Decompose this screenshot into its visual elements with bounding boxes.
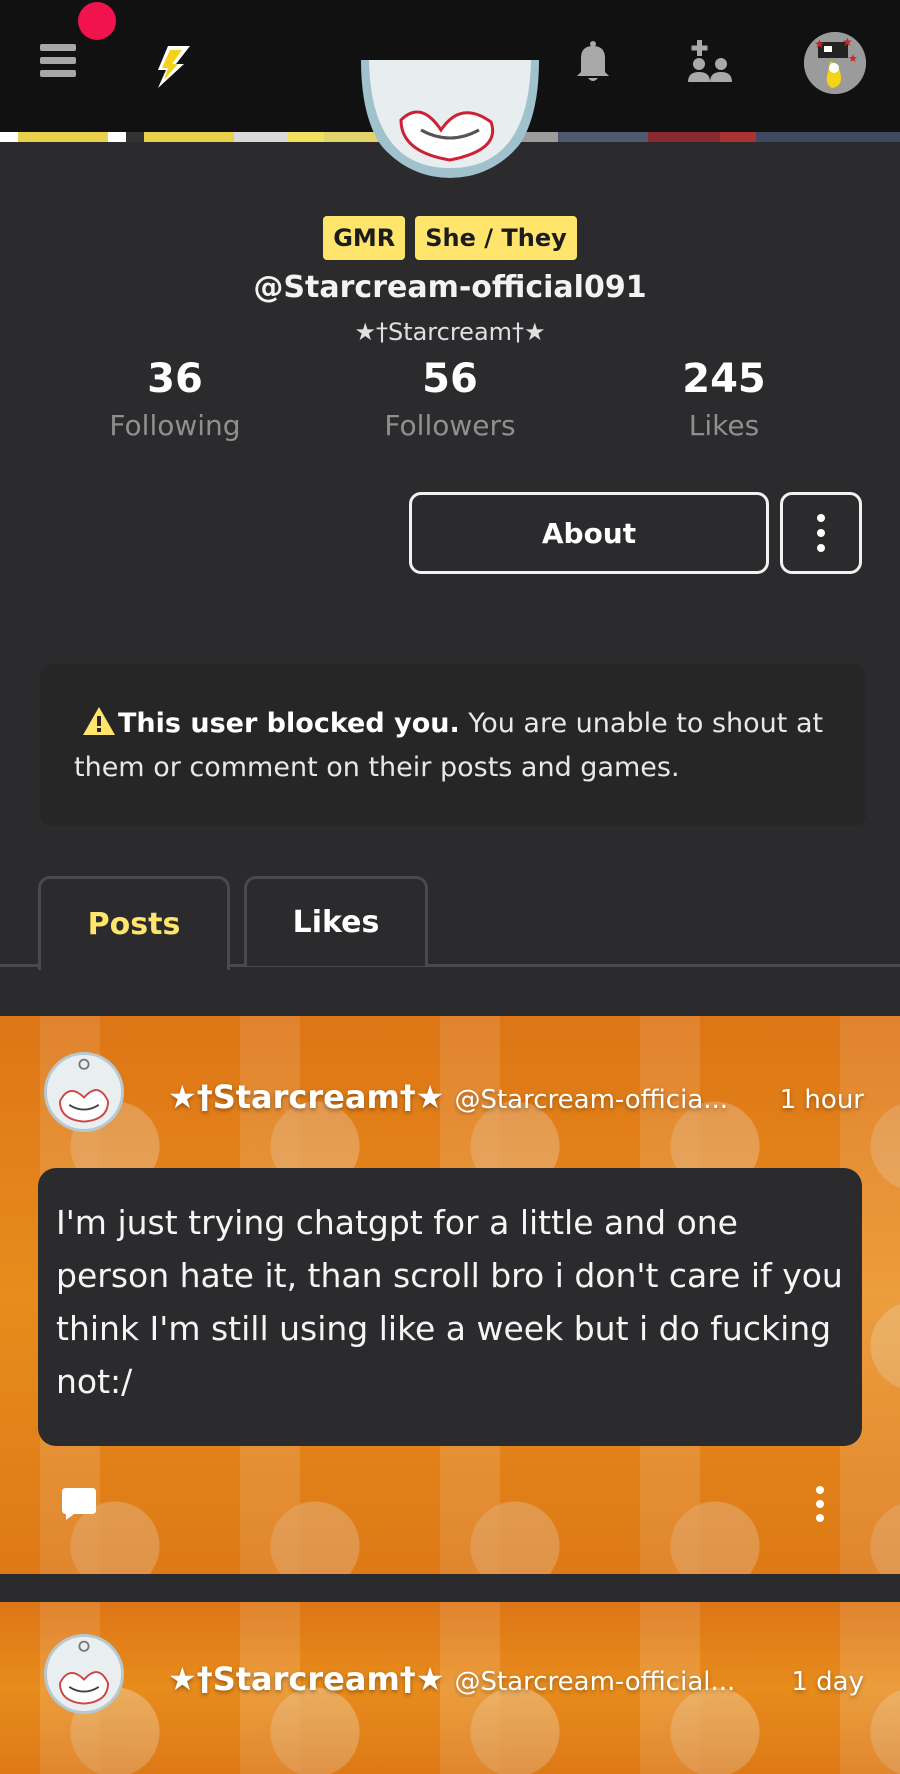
post-author-name[interactable]: ★†Starcream†★	[168, 1660, 444, 1698]
post-header: ★†Starcream†★ @Starcream-officia... 1 ho…	[168, 1078, 864, 1116]
menu-icon[interactable]	[40, 44, 76, 78]
post-card[interactable]: ★†Starcream†★ @Starcream-official... 1 d…	[0, 1602, 900, 1774]
post-author-handle[interactable]: @Starcream-official...	[454, 1667, 771, 1697]
svg-text:★: ★	[814, 37, 825, 51]
badge-gmr: GMR	[323, 216, 406, 260]
stat-followers[interactable]: 56 Followers	[340, 354, 560, 446]
post-header: ★†Starcream†★ @Starcream-official... 1 d…	[168, 1660, 864, 1698]
stat-following-count: 36	[147, 356, 203, 402]
kebab-icon	[783, 495, 859, 571]
bell-icon[interactable]	[573, 40, 613, 84]
tab-likes[interactable]: Likes	[244, 876, 428, 966]
post-card[interactable]: ★†Starcream†★ @Starcream-officia... 1 ho…	[0, 1016, 900, 1574]
stat-likes-count: 245	[682, 356, 766, 402]
stat-likes[interactable]: 245 Likes	[614, 354, 834, 446]
blocked-notice: This user blocked you. You are unable to…	[40, 664, 866, 826]
post-timestamp: 1 hour	[779, 1085, 864, 1115]
notification-dot	[78, 2, 116, 40]
profile-stats: 36 Following 56 Followers 245 Likes	[0, 354, 900, 454]
stat-following-label: Following	[109, 409, 241, 442]
bolt-icon[interactable]	[150, 44, 192, 90]
comment-icon[interactable]	[60, 1486, 98, 1522]
friends-icon[interactable]	[688, 40, 732, 84]
post-author-avatar[interactable]	[44, 1634, 124, 1714]
post-timestamp: 1 day	[791, 1667, 864, 1697]
svg-text:★: ★	[842, 35, 853, 49]
stat-following[interactable]: 36 Following	[65, 354, 285, 446]
kebab-icon	[808, 1484, 832, 1524]
avatar[interactable]: ★ ★ ★	[804, 32, 866, 94]
post-more-button[interactable]	[808, 1484, 832, 1524]
post-author-handle[interactable]: @Starcream-officia...	[454, 1085, 759, 1115]
profile-more-button[interactable]	[780, 492, 862, 574]
tab-posts[interactable]: Posts	[38, 876, 230, 970]
stat-likes-label: Likes	[688, 409, 760, 442]
profile-handle: @Starcream-official091	[253, 270, 647, 305]
stat-followers-count: 56	[422, 356, 478, 402]
about-button[interactable]: About	[409, 492, 769, 574]
stat-followers-label: Followers	[384, 409, 516, 442]
warning-icon	[83, 707, 115, 735]
svg-text:★: ★	[848, 52, 858, 65]
profile-display-name: ★†Starcream†★	[354, 318, 546, 346]
badge-pronouns: She / They	[415, 216, 577, 260]
blocked-notice-title: This user blocked you.	[118, 708, 460, 739]
post-divider	[0, 1574, 900, 1602]
profile-avatar	[361, 60, 539, 178]
profile-badges: GMR She / They	[0, 216, 900, 260]
post-author-avatar[interactable]	[44, 1052, 124, 1132]
post-author-name[interactable]: ★†Starcream†★	[168, 1078, 444, 1116]
post-body: I'm just trying chatgpt for a little and…	[38, 1168, 862, 1446]
